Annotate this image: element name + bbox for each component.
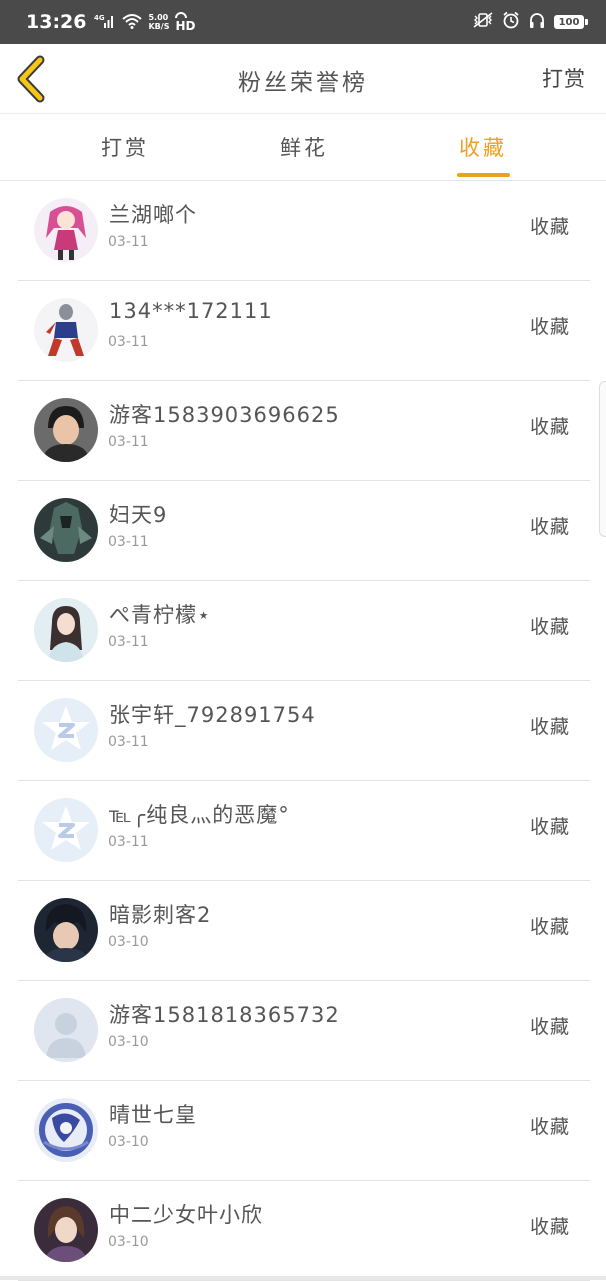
fan-name: 兰湖啷个 <box>109 203 197 227</box>
list-item[interactable]: 暗影刺客2 03-10 收藏 <box>0 881 606 981</box>
list-item[interactable]: ℡╭纯良灬的恶魔° 03-11 收藏 <box>0 781 606 881</box>
fan-action: 收藏 <box>529 1016 570 1038</box>
fan-name: ぺ青柠檬⋆ <box>109 603 212 627</box>
fan-date: 03-10 <box>108 1034 149 1050</box>
fan-date: 03-10 <box>108 1234 149 1250</box>
fan-date: 03-11 <box>108 434 149 450</box>
fan-date: 03-11 <box>108 234 149 250</box>
avatar <box>34 198 98 262</box>
list-item[interactable]: 游客1581818365732 03-10 收藏 <box>0 981 606 1081</box>
list-item[interactable]: 游客1583903696625 03-11 收藏 <box>0 381 606 481</box>
active-tab-indicator <box>457 173 510 177</box>
fan-name: ℡╭纯良灬的恶魔° <box>109 803 290 827</box>
avatar <box>34 298 98 362</box>
scroll-handle[interactable] <box>599 381 606 537</box>
fan-action: 收藏 <box>529 516 570 538</box>
nav-bar: 粉丝荣誉榜 打赏 <box>0 44 606 114</box>
headphone-icon <box>528 11 546 33</box>
alarm-icon <box>502 11 520 33</box>
fan-name: 妇天9 <box>109 503 168 527</box>
svg-text:4G: 4G <box>94 14 105 22</box>
fan-name: 暗影刺客2 <box>109 903 212 927</box>
fan-name: 张宇轩_792891754 <box>109 703 316 727</box>
fan-date: 03-10 <box>108 1134 149 1150</box>
list-item[interactable]: 134***172111 03-11 收藏 <box>0 281 606 381</box>
fan-action: 收藏 <box>529 1116 570 1138</box>
fan-date: 03-11 <box>108 334 149 350</box>
fan-date: 03-11 <box>108 534 149 550</box>
avatar <box>34 398 98 462</box>
fan-action: 收藏 <box>529 216 570 238</box>
fan-name: 中二少女叶小欣 <box>109 1203 263 1227</box>
avatar <box>34 798 98 862</box>
fan-action: 收藏 <box>529 816 570 838</box>
network-speed: 5.00 KB/S <box>148 13 170 31</box>
status-bar: 13:26 4G 5.00 KB/S HD 100 <box>0 0 606 44</box>
reward-button[interactable]: 打赏 <box>542 63 586 93</box>
fan-action: 收藏 <box>529 416 570 438</box>
fan-action: 收藏 <box>529 316 570 338</box>
fan-action: 收藏 <box>529 616 570 638</box>
signal-icon: 4G <box>94 13 116 32</box>
list-item[interactable]: 中二少女叶小欣 03-10 收藏 <box>0 1181 606 1281</box>
fan-action: 收藏 <box>529 916 570 938</box>
fan-name: 游客1581818365732 <box>109 1003 340 1027</box>
tab-favorites[interactable]: 收藏 <box>459 132 507 162</box>
fan-name: 134***172111 <box>109 299 273 323</box>
avatar <box>34 1098 98 1162</box>
wifi-icon <box>122 13 143 32</box>
fan-date: 03-11 <box>108 834 149 850</box>
vibrate-icon <box>472 12 494 32</box>
avatar <box>34 698 98 762</box>
status-right-icons: 100 <box>472 11 588 33</box>
status-left-icons: 4G 5.00 KB/S HD <box>94 11 195 33</box>
list-item[interactable]: 妇天9 03-11 收藏 <box>0 481 606 581</box>
fan-date: 03-11 <box>108 634 149 650</box>
hd-indicator: HD <box>175 11 195 33</box>
tab-bar: 打赏 鲜花 收藏 <box>0 114 606 181</box>
fan-name: 游客1583903696625 <box>109 403 340 427</box>
avatar <box>34 498 98 562</box>
tab-flowers[interactable]: 鲜花 <box>280 132 328 162</box>
status-time: 13:26 <box>26 11 87 33</box>
bottom-strip <box>0 1276 606 1280</box>
fan-name: 晴世七皇 <box>109 1103 197 1127</box>
list-item[interactable]: 晴世七皇 03-10 收藏 <box>0 1081 606 1181</box>
avatar <box>34 998 98 1062</box>
tab-reward[interactable]: 打赏 <box>101 132 149 162</box>
avatar <box>34 598 98 662</box>
battery-icon: 100 <box>554 15 588 29</box>
avatar <box>34 898 98 962</box>
page-title: 粉丝荣誉榜 <box>238 70 368 96</box>
list-item[interactable]: ぺ青柠檬⋆ 03-11 收藏 <box>0 581 606 681</box>
list-item[interactable]: 张宇轩_792891754 03-11 收藏 <box>0 681 606 781</box>
fan-date: 03-10 <box>108 934 149 950</box>
fan-date: 03-11 <box>108 734 149 750</box>
avatar <box>34 1198 98 1262</box>
fan-action: 收藏 <box>529 1216 570 1238</box>
fan-list: 兰湖啷个 03-11 收藏 134***172111 03-11 收藏 游客15… <box>0 181 606 1281</box>
fan-action: 收藏 <box>529 716 570 738</box>
list-item[interactable]: 兰湖啷个 03-11 收藏 <box>0 181 606 281</box>
